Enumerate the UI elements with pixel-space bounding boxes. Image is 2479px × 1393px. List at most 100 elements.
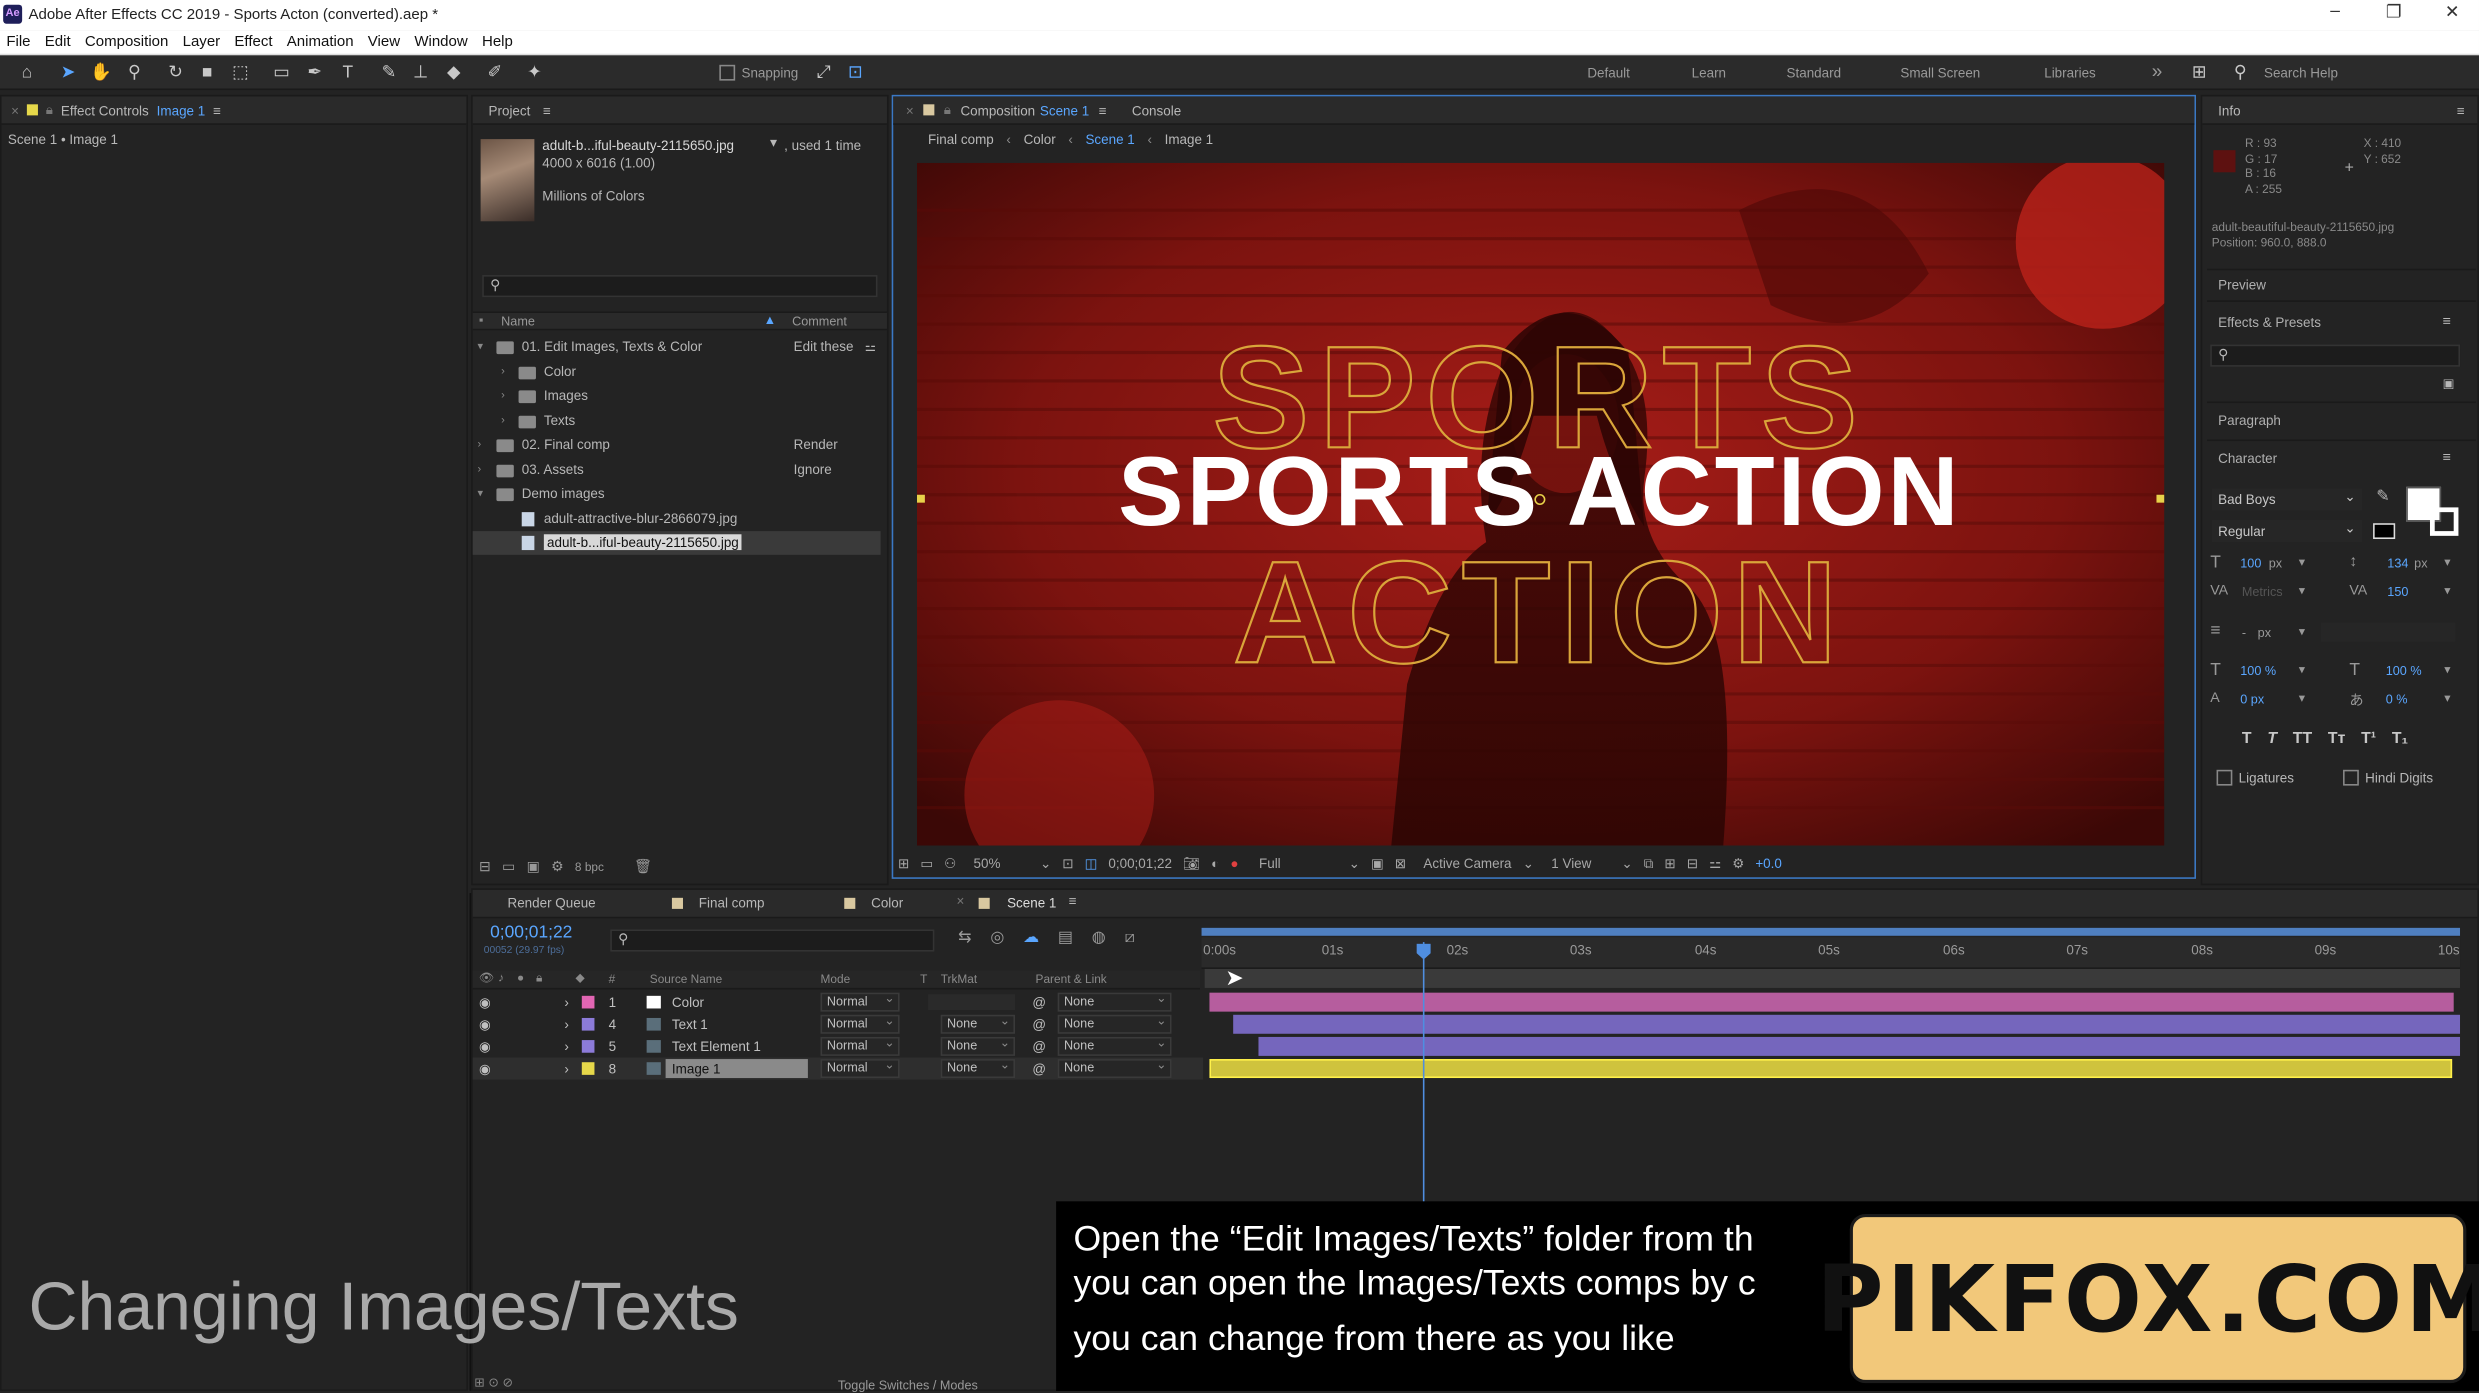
workspace-default[interactable]: Default xyxy=(1587,65,1630,81)
layer-bar-text-element-1[interactable] xyxy=(1258,1036,2461,1056)
chevron-down-icon[interactable]: ▾ xyxy=(2299,583,2305,597)
paragraph-section[interactable]: Paragraph xyxy=(2218,413,2281,429)
effects-search-input[interactable]: ⚲ xyxy=(2210,344,2461,367)
search-help-input[interactable]: Search Help xyxy=(2264,65,2338,81)
chevron-down-icon[interactable]: ▾ xyxy=(2299,624,2305,638)
pick-whip-icon[interactable]: @ xyxy=(1032,1035,1046,1057)
layer-bar-color[interactable] xyxy=(1209,992,2454,1012)
pen-tool-icon[interactable]: ✒ xyxy=(304,62,326,84)
tsume-value[interactable]: 0 % xyxy=(2386,692,2408,706)
expand-arrow-icon[interactable]: › xyxy=(501,384,517,408)
views-dropdown[interactable]: 1 View xyxy=(1551,855,1591,871)
console-tab[interactable]: Console xyxy=(1132,102,1181,118)
close-tab-icon[interactable]: × xyxy=(956,893,964,909)
faux-bold-button[interactable]: T xyxy=(2242,730,2252,747)
project-item-texts-folder[interactable]: › Texts xyxy=(473,409,881,433)
hand-tool-icon[interactable]: ✋ xyxy=(90,62,112,84)
parent-dropdown[interactable]: None xyxy=(1057,1057,1172,1079)
transform-handle[interactable] xyxy=(916,494,925,503)
grid-icon[interactable]: ⊠ xyxy=(1395,854,1406,871)
zoom-tool-icon[interactable]: ⚲ xyxy=(123,62,145,84)
resolution-dropdown[interactable]: Full xyxy=(1259,855,1281,871)
snap-grid-icon[interactable]: ⊡ xyxy=(844,62,866,84)
snapshot-icon[interactable]: 📷︎ xyxy=(1183,854,1200,871)
expand-arrow-icon[interactable]: › xyxy=(564,1057,568,1079)
rectangle-tool-icon[interactable]: ▭ xyxy=(270,62,292,84)
preview-section[interactable]: Preview xyxy=(2218,277,2266,293)
draft-3d-icon[interactable]: ◎ xyxy=(990,929,1004,946)
menu-edit[interactable]: Edit xyxy=(38,30,78,50)
project-item-final-comp-folder[interactable]: › 02. Final comp Render xyxy=(473,433,881,457)
layer-row[interactable]: ◉ › 1 Color Normal @ None xyxy=(473,991,1203,1013)
tab-color[interactable]: Color xyxy=(871,895,903,911)
flowchart-icon[interactable]: ⚍ xyxy=(1709,854,1721,871)
interpret-footage-icon[interactable]: ⊟ xyxy=(479,858,491,875)
parent-dropdown[interactable]: None xyxy=(1057,991,1172,1012)
project-search-input[interactable]: ⚲ xyxy=(482,275,878,298)
comp-button-icon[interactable]: ⊞ ⊙ ⊘ xyxy=(474,1375,513,1389)
trkmat-dropdown[interactable]: None xyxy=(940,1035,1015,1056)
layer-row-selected[interactable]: ◉ › 8 Image 1 Normal None @ None xyxy=(472,1057,1204,1080)
breadcrumb-scene-1[interactable]: Scene 1 xyxy=(1085,131,1134,147)
label-column-icon[interactable]: ▪ xyxy=(479,313,483,327)
panel-menu-icon[interactable]: ≡ xyxy=(2443,313,2451,329)
font-size-value[interactable]: 100 xyxy=(2240,556,2261,570)
breadcrumb-image-1[interactable]: Image 1 xyxy=(1165,131,1214,147)
new-composition-icon[interactable]: ▣ xyxy=(527,858,540,875)
fit-icon[interactable]: ⊡ xyxy=(1062,854,1073,871)
pixel-aspect-icon[interactable]: ⧉ xyxy=(1644,854,1654,871)
pick-whip-icon[interactable]: @ xyxy=(1032,1013,1046,1035)
rotate-tool-icon[interactable]: ↻ xyxy=(164,62,186,84)
magnification-dropdown[interactable]: 50% xyxy=(974,855,1001,871)
panel-menu-icon[interactable]: ≡ xyxy=(2457,102,2465,118)
trkmat-column[interactable]: TrkMat xyxy=(941,972,977,986)
menu-file[interactable]: File xyxy=(0,30,38,50)
project-item-file[interactable]: adult-attractive-blur-2866079.jpg xyxy=(473,507,881,531)
more-workspaces-icon[interactable]: » xyxy=(2152,60,2163,82)
layer-label-swatch[interactable] xyxy=(581,995,595,1009)
ligatures-checkbox[interactable] xyxy=(2216,769,2233,786)
stroke-color-swatch[interactable] xyxy=(2429,507,2459,536)
video-switch-icon[interactable]: 👁︎ xyxy=(479,971,494,985)
trkmat-dropdown[interactable]: None xyxy=(940,1057,1015,1079)
effect-controls-tab-item[interactable]: Image 1 xyxy=(157,102,206,118)
subscript-button[interactable]: T₁ xyxy=(2392,730,2408,747)
mode-dropdown[interactable]: Normal xyxy=(820,1013,900,1034)
mode-dropdown[interactable]: Normal xyxy=(820,991,900,1012)
visibility-eye-icon[interactable]: ◉ xyxy=(479,991,491,1013)
layer-name[interactable]: Text Element 1 xyxy=(672,1035,761,1057)
motion-blur-icon[interactable]: ◍ xyxy=(1092,929,1106,946)
transform-handle[interactable] xyxy=(2156,494,2165,503)
file-dropdown-icon[interactable]: ▾ xyxy=(770,134,777,151)
chevron-down-icon[interactable]: ▾ xyxy=(2299,691,2305,705)
timeline-current-time[interactable]: 0;00;01;22 xyxy=(490,923,572,942)
panel-menu-icon[interactable]: ≡ xyxy=(1069,893,1077,909)
all-caps-button[interactable]: TT xyxy=(2293,730,2312,747)
close-tab-icon[interactable]: × xyxy=(906,102,914,118)
eyedropper-icon[interactable]: ✎ xyxy=(2376,488,2389,505)
hierarchy-icon[interactable]: ⚍ xyxy=(865,335,876,359)
chevron-down-icon[interactable]: ▾ xyxy=(2444,583,2450,597)
chevron-down-icon[interactable]: ▾ xyxy=(2299,662,2305,676)
pan-behind-icon[interactable]: ⬚ xyxy=(229,62,251,84)
pick-whip-icon[interactable]: @ xyxy=(1032,1057,1046,1079)
expand-arrow-icon[interactable]: › xyxy=(501,409,517,433)
menu-view[interactable]: View xyxy=(361,30,408,50)
audio-switch-icon[interactable]: ♪ xyxy=(498,971,504,985)
restore-icon[interactable]: ❐ xyxy=(2370,2,2417,22)
toggle-switches-modes[interactable]: Toggle Switches / Modes xyxy=(838,1378,978,1392)
region-icon[interactable]: ◫ xyxy=(1085,854,1098,871)
leading-value[interactable]: 134 xyxy=(2387,556,2408,570)
timeline-search-input[interactable]: ⚲ xyxy=(610,929,935,952)
type-tool-icon[interactable]: T xyxy=(337,62,359,84)
timeline-icon[interactable]: ⊟ xyxy=(1687,854,1698,871)
panel-menu-icon[interactable]: ≡ xyxy=(1099,102,1107,118)
tab-scene-1[interactable]: Scene 1 xyxy=(1007,895,1056,911)
expand-arrow-icon[interactable]: › xyxy=(564,1013,568,1035)
composition-tab-item[interactable]: Scene 1 xyxy=(1040,102,1089,118)
hindi-digits-checkbox[interactable] xyxy=(2343,769,2359,786)
frame-blending-icon[interactable]: ▤ xyxy=(1058,929,1073,946)
menu-help[interactable]: Help xyxy=(476,30,521,50)
mode-dropdown[interactable]: Normal xyxy=(820,1035,900,1056)
menu-layer[interactable]: Layer xyxy=(176,30,228,50)
